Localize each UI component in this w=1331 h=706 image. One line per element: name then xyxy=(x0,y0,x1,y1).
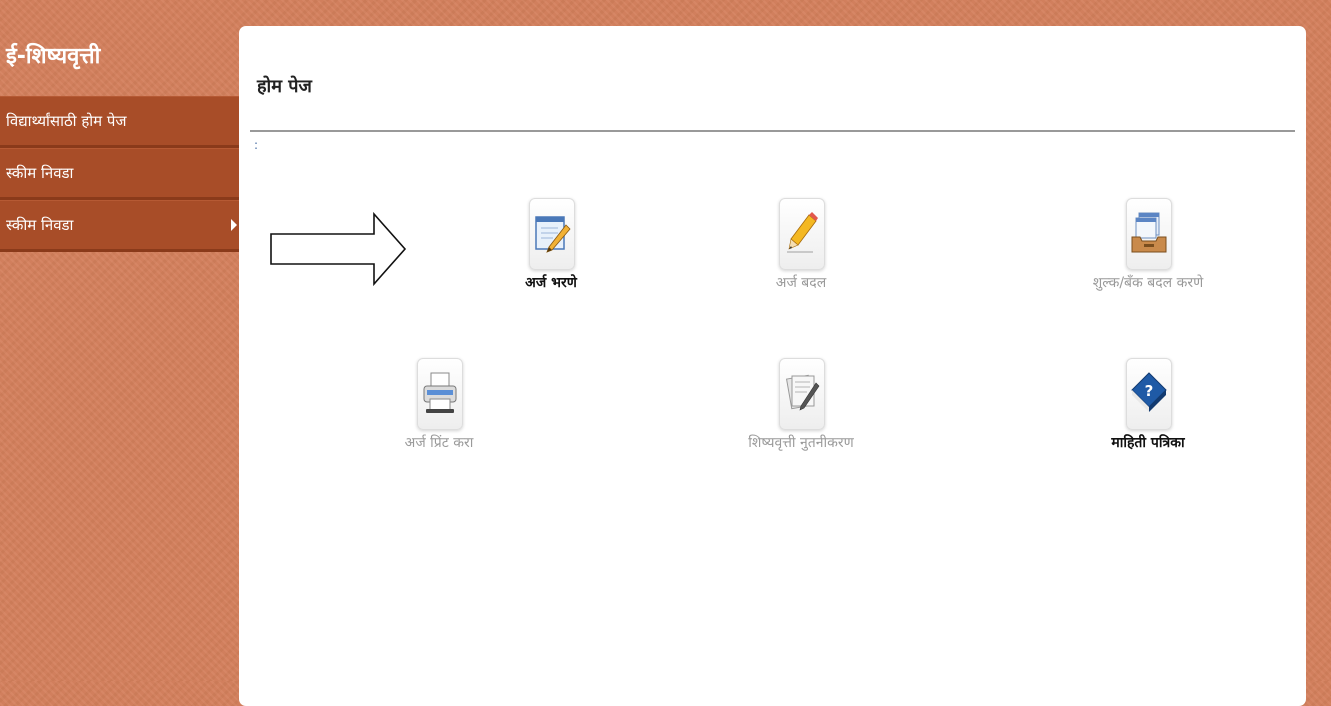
documents-pen-icon xyxy=(779,358,825,430)
tile-label: अर्ज भरणे xyxy=(525,275,577,291)
tile-fill-application[interactable]: अर्ज भरणे xyxy=(441,198,661,338)
title-divider xyxy=(250,130,1295,132)
colon-mark: : xyxy=(254,138,259,152)
tile-label: शुल्क/बँक बदल करणे xyxy=(1092,275,1204,291)
sidebar-item-label: स्कीम निवडा xyxy=(6,164,74,182)
app-title: ई-शिष्यवृत्ती xyxy=(6,44,101,69)
pencil-notepad-icon xyxy=(529,198,575,270)
tile-edit-application[interactable]: अर्ज बदल xyxy=(691,198,911,338)
page-title: होम पेज xyxy=(257,76,312,97)
sidebar-item-label: स्कीम निवडा xyxy=(6,216,74,234)
chevron-right-icon xyxy=(231,219,237,231)
sidebar-item-label: विद्यार्थ्यांसाठी होम पेज xyxy=(6,112,127,130)
tile-information-booklet[interactable]: ? माहिती पत्रिका xyxy=(1038,358,1258,498)
printer-icon xyxy=(417,358,463,430)
tile-change-fees-bank[interactable]: शुल्क/बँक बदल करणे xyxy=(1038,198,1258,338)
help-book-icon: ? xyxy=(1126,358,1172,430)
tile-label: अर्ज प्रिंट करा xyxy=(404,435,474,451)
main-panel: होम पेज : अर्ज भरणे अर्ज बदल शुल्क/बँक ब… xyxy=(239,26,1306,706)
svg-text:?: ? xyxy=(1145,382,1154,400)
sidebar-menu: विद्यार्थ्यांसाठी होम पेज स्कीम निवडा स्… xyxy=(0,96,243,252)
sidebar: ई-शिष्यवृत्ती विद्यार्थ्यांसाठी होम पेज … xyxy=(0,0,243,681)
sidebar-item-student-home[interactable]: विद्यार्थ्यांसाठी होम पेज xyxy=(0,96,243,148)
tile-scholarship-renewal[interactable]: शिष्यवृत्ती नुतनीकरण xyxy=(691,358,911,498)
document-tray-icon xyxy=(1126,198,1172,270)
sidebar-item-select-scheme-submenu[interactable]: स्कीम निवडा xyxy=(0,200,243,252)
tile-label: शिष्यवृत्ती नुतनीकरण xyxy=(748,435,854,451)
annotation-arrow-icon xyxy=(270,212,407,287)
tile-label: माहिती पत्रिका xyxy=(1111,435,1185,451)
tile-print-application[interactable]: अर्ज प्रिंट करा xyxy=(329,358,549,498)
sidebar-item-select-scheme[interactable]: स्कीम निवडा xyxy=(0,148,243,200)
pencil-icon xyxy=(779,198,825,270)
tile-label: अर्ज बदल xyxy=(775,275,827,291)
